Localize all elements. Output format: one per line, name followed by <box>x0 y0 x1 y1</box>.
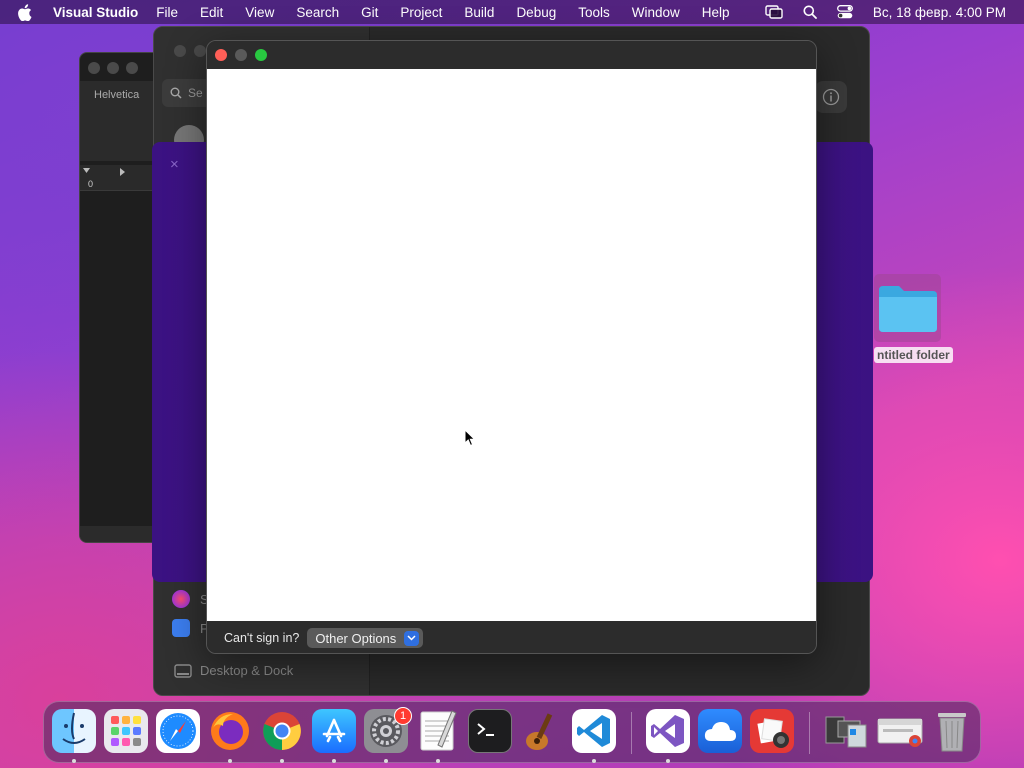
control-center-icon[interactable] <box>836 5 853 19</box>
running-indicator <box>332 759 336 763</box>
photo-booth-icon[interactable] <box>750 709 794 753</box>
spotlight-search-icon[interactable] <box>803 5 817 19</box>
siri-icon <box>172 590 190 608</box>
window-minimize-button <box>235 49 247 61</box>
sign-in-footer: Can't sign in? Other Options <box>207 621 816 653</box>
info-icon <box>822 88 840 106</box>
weather-icon[interactable] <box>698 709 742 753</box>
notification-badge: 1 <box>394 707 412 725</box>
app-store-icon[interactable] <box>312 709 356 753</box>
apple-menu-icon[interactable] <box>17 3 35 21</box>
settings-search-field[interactable]: Se <box>162 79 212 107</box>
dock: 1 <box>43 701 981 763</box>
vscode-icon[interactable] <box>572 709 616 753</box>
menu-help[interactable]: Help <box>702 5 730 20</box>
instruments-icon[interactable] <box>520 709 564 753</box>
menu-window[interactable]: Window <box>632 5 680 20</box>
window-zoom-button[interactable] <box>255 49 267 61</box>
textedit-minimize-button[interactable] <box>107 62 119 74</box>
font-family-popup[interactable]: Helvetica <box>94 89 139 101</box>
menubar-clock[interactable]: Вс, 18 февр. 4:00 PM <box>873 5 1006 20</box>
dock-separator <box>631 712 632 754</box>
safari-icon[interactable] <box>156 709 200 753</box>
system-settings-icon[interactable]: 1 <box>364 707 412 753</box>
window-titlebar <box>207 41 816 69</box>
sign-in-window: Can't sign in? Other Options <box>206 40 817 654</box>
menu-edit[interactable]: Edit <box>200 5 223 20</box>
running-indicator <box>228 759 232 763</box>
ruler-tab-markers-icon <box>83 168 125 176</box>
running-indicator <box>280 759 284 763</box>
textedit-zoom-button[interactable] <box>126 62 138 74</box>
menu-search[interactable]: Search <box>296 5 339 20</box>
screen-mirroring-icon[interactable] <box>765 5 783 19</box>
settings-close-button[interactable] <box>174 45 186 57</box>
other-options-label: Other Options <box>315 630 397 646</box>
folder-selection-highlight <box>874 274 941 342</box>
sidebar-item-privacy[interactable]: P <box>172 619 209 637</box>
window-close-button[interactable] <box>215 49 227 61</box>
folder-icon <box>879 286 937 332</box>
cant-sign-in-label: Can't sign in? <box>224 631 300 645</box>
menu-bar: Visual Studio File Edit View Search Git … <box>0 0 1024 24</box>
visual-studio-icon[interactable] <box>646 709 690 753</box>
menu-project[interactable]: Project <box>400 5 442 20</box>
menu-view[interactable]: View <box>245 5 274 20</box>
running-indicator <box>592 759 596 763</box>
sidebar-item-label: Desktop & Dock <box>200 663 294 678</box>
textedit-close-button[interactable] <box>88 62 100 74</box>
running-indicator <box>666 759 670 763</box>
desktop-dock-icon <box>174 663 192 678</box>
launchpad-icon[interactable] <box>104 709 148 753</box>
settings-minimize-button[interactable] <box>194 45 206 57</box>
search-icon <box>170 87 182 99</box>
running-indicator <box>384 759 388 763</box>
running-indicator <box>436 759 440 763</box>
menu-build[interactable]: Build <box>464 5 494 20</box>
menu-file[interactable]: File <box>156 5 178 20</box>
downloads-stack-icon[interactable] <box>824 709 868 753</box>
menu-tools[interactable]: Tools <box>578 5 610 20</box>
chevron-down-icon <box>404 630 420 646</box>
finder-icon[interactable] <box>52 709 96 753</box>
chrome-icon[interactable] <box>260 709 304 753</box>
close-icon[interactable]: × <box>170 156 179 173</box>
menu-debug[interactable]: Debug <box>516 5 556 20</box>
firefox-icon[interactable] <box>208 709 252 753</box>
info-button[interactable] <box>815 81 847 113</box>
running-indicator <box>72 759 76 763</box>
trash-icon[interactable] <box>930 709 974 753</box>
mouse-cursor-icon <box>464 429 476 447</box>
terminal-icon[interactable] <box>468 709 512 753</box>
other-options-popup-button[interactable]: Other Options <box>307 628 424 648</box>
sidebar-item-desktop-dock[interactable]: Desktop & Dock <box>174 663 293 678</box>
privacy-hand-icon <box>172 619 190 637</box>
chrome-window-icon[interactable] <box>876 709 924 753</box>
desktop-folder[interactable]: ntitled folder <box>874 274 953 364</box>
ruler-zero-label: 0 <box>88 179 94 189</box>
textedit-icon[interactable] <box>416 709 460 753</box>
folder-label: ntitled folder <box>874 347 953 363</box>
app-name-menu[interactable]: Visual Studio <box>53 5 138 20</box>
dock-separator <box>809 712 810 754</box>
menu-git[interactable]: Git <box>361 5 378 20</box>
settings-search-placeholder: Se <box>188 86 203 100</box>
sign-in-web-content[interactable] <box>207 69 816 621</box>
sidebar-item-siri[interactable]: S <box>172 590 209 608</box>
